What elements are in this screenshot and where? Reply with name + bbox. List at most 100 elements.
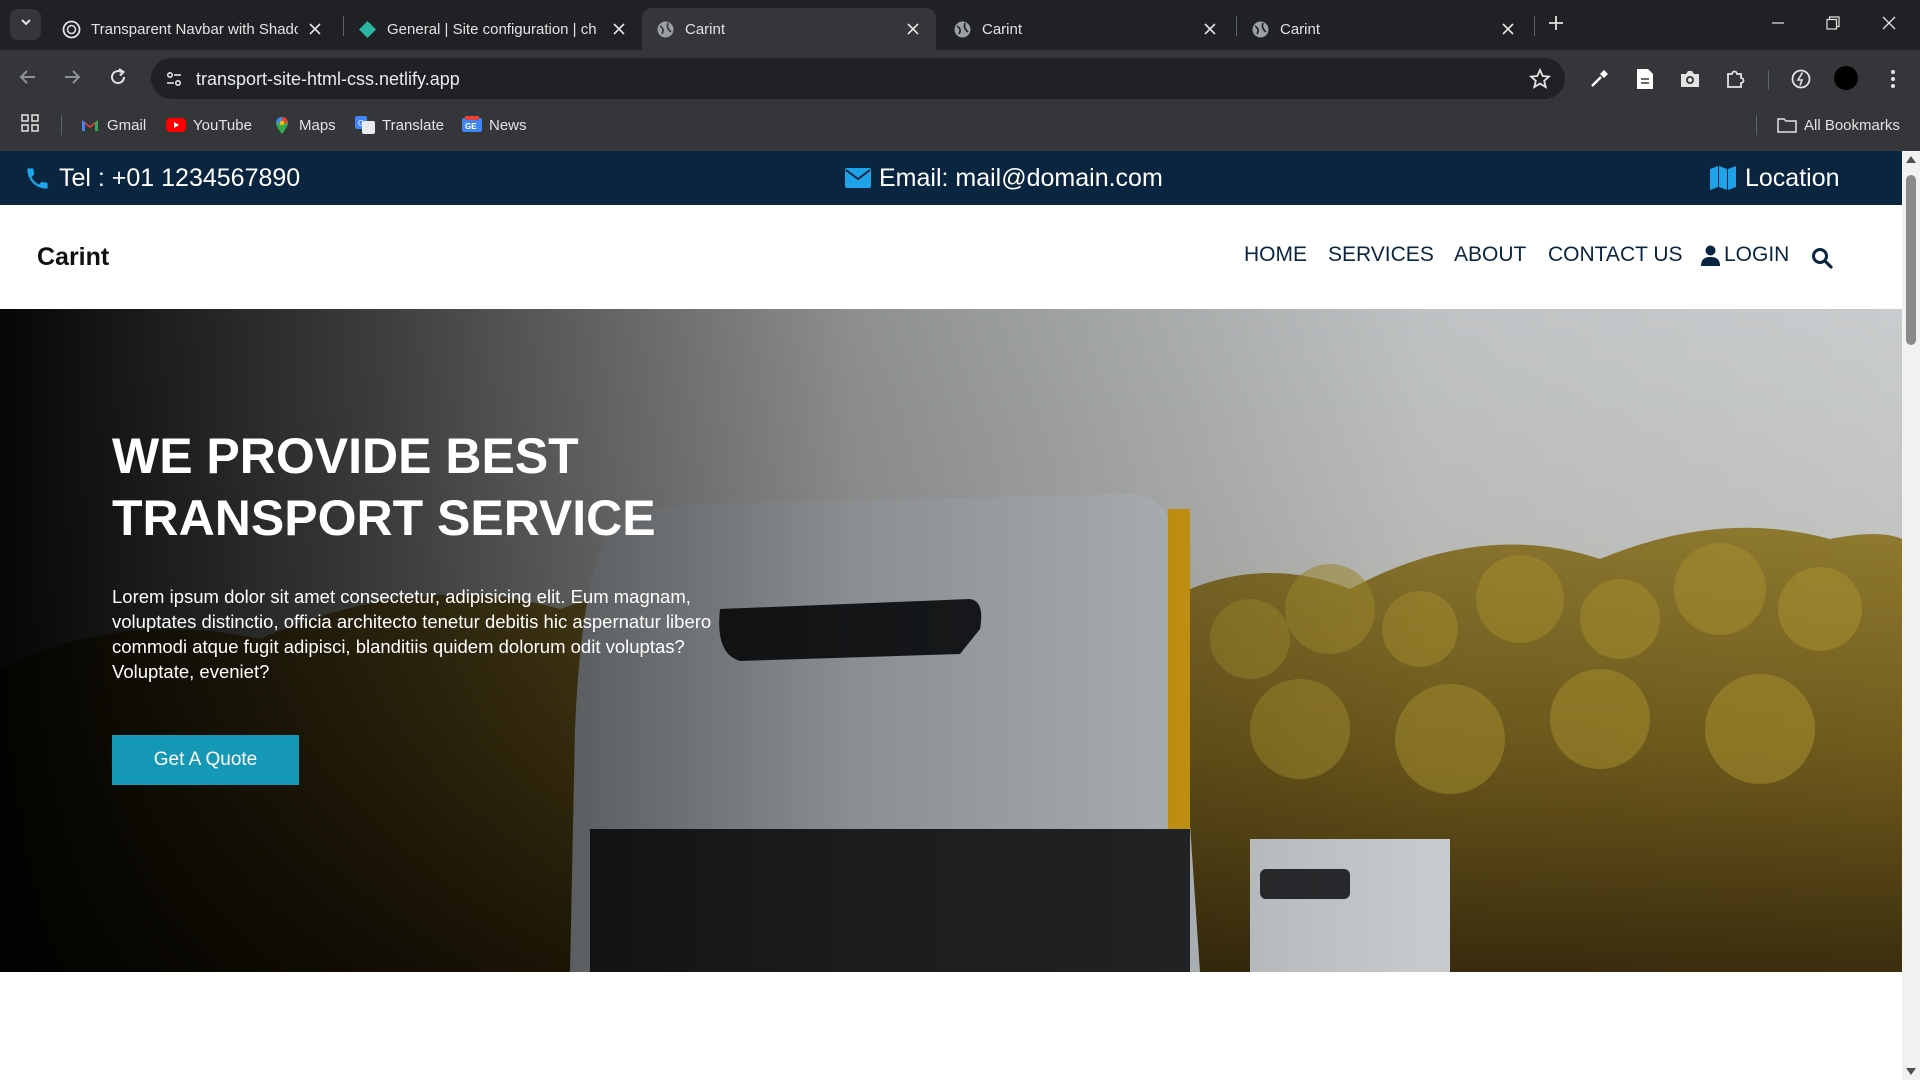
extensions-puzzle-icon[interactable] (1722, 66, 1748, 92)
search-button[interactable] (1811, 247, 1833, 269)
bookmark-gmail[interactable]: Gmail (80, 107, 146, 143)
bookmark-news[interactable]: GE News (462, 107, 527, 143)
minimize-button[interactable] (1755, 8, 1801, 42)
close-icon (1882, 16, 1896, 35)
profile-avatar[interactable] (1834, 66, 1858, 90)
browser-toolbar: transport-site-html-css.netlify.app (0, 50, 1920, 107)
eyedropper-icon[interactable] (1586, 66, 1612, 92)
close-icon[interactable] (904, 20, 922, 38)
close-icon[interactable] (306, 20, 324, 38)
maps-icon (272, 115, 292, 135)
contact-topbar: Tel : +01 1234567890 Email: mail@domain.… (0, 151, 1902, 205)
globe-icon (953, 20, 972, 39)
news-icon: GE (462, 115, 482, 135)
bookmarks-separator (61, 115, 62, 135)
nav-home[interactable]: HOME (1244, 243, 1307, 267)
folder-icon (1777, 115, 1797, 135)
plus-icon (1548, 15, 1564, 36)
phone-icon (24, 165, 51, 192)
bookmark-label: Maps (299, 116, 336, 134)
forward-button[interactable] (57, 64, 87, 94)
nav-login[interactable]: LOGIN (1701, 243, 1789, 267)
address-bar[interactable]: transport-site-html-css.netlify.app (151, 58, 1565, 99)
topbar-location-text: Location (1745, 163, 1840, 192)
topbar-phone[interactable]: Tel : +01 1234567890 (24, 151, 300, 205)
reload-button[interactable] (103, 64, 133, 94)
back-button[interactable] (13, 64, 43, 94)
restore-icon (1826, 15, 1840, 35)
tab-title: Transparent Navbar with Shado (91, 20, 298, 38)
tab-2[interactable]: General | Site configuration | ch (344, 8, 642, 50)
nav-contact-us[interactable]: CONTACT US (1548, 243, 1683, 267)
kebab-menu-icon[interactable] (1880, 66, 1906, 92)
reload-icon (108, 67, 128, 92)
hero-title: WE PROVIDE BEST TRANSPORT SERVICE (112, 425, 812, 549)
hero-section: WE PROVIDE BEST TRANSPORT SERVICE Lorem … (0, 309, 1902, 972)
topbar-phone-text: Tel : +01 1234567890 (59, 163, 301, 192)
circle-logo-icon (62, 20, 81, 39)
nav-services[interactable]: SERVICES (1328, 243, 1434, 267)
topbar-location[interactable]: Location (1709, 151, 1840, 205)
hero-title-line-2: TRANSPORT SERVICE (112, 490, 656, 546)
arrow-right-icon (62, 67, 82, 92)
close-window-button[interactable] (1866, 8, 1912, 42)
bookmark-label: YouTube (193, 116, 252, 134)
restore-button[interactable] (1810, 8, 1856, 42)
tab-1[interactable]: Transparent Navbar with Shado (48, 8, 338, 50)
svg-text:G: G (358, 119, 364, 128)
bookmark-star-icon[interactable] (1528, 67, 1552, 90)
tab-search-button[interactable] (10, 9, 41, 40)
site-navbar: Carint HOME SERVICES ABOUT CONTACT US LO… (0, 205, 1902, 309)
scrollbar-thumb[interactable] (1906, 175, 1916, 345)
performance-icon[interactable] (1788, 66, 1814, 92)
user-icon (1701, 245, 1720, 266)
close-icon[interactable] (610, 20, 628, 38)
envelope-icon (845, 168, 871, 188)
map-icon (1709, 166, 1737, 190)
web-page: Tel : +01 1234567890 Email: mail@domain.… (0, 151, 1902, 1080)
site-logo[interactable]: Carint (37, 243, 109, 272)
tab-title: General | Site configuration | ch (387, 20, 597, 38)
scroll-down-arrow-icon[interactable] (1906, 1068, 1916, 1075)
globe-icon (656, 20, 675, 39)
topbar-email[interactable]: Email: mail@domain.com (845, 151, 1163, 205)
new-tab-button[interactable] (1543, 12, 1569, 38)
tab-3-active[interactable]: Carint (642, 8, 936, 50)
all-bookmarks-button[interactable]: All Bookmarks (1777, 107, 1900, 143)
chevron-down-icon (19, 15, 33, 34)
tab-title: Carint (1280, 20, 1321, 38)
bookmarks-separator (1756, 115, 1757, 135)
globe-icon (1251, 20, 1270, 39)
tab-separator (1534, 16, 1535, 36)
close-icon[interactable] (1201, 20, 1219, 38)
arrow-left-icon (18, 67, 38, 92)
bookmark-label: Gmail (107, 116, 147, 134)
apps-button[interactable] (21, 107, 39, 143)
toolbar-separator (1768, 70, 1769, 90)
tab-5[interactable]: Carint (1237, 8, 1531, 50)
page-scrollbar[interactable] (1902, 151, 1920, 1080)
nav-about[interactable]: ABOUT (1454, 243, 1526, 267)
tab-4[interactable]: Carint (939, 8, 1233, 50)
camera-icon[interactable] (1677, 66, 1703, 92)
search-icon (1811, 247, 1833, 269)
document-icon[interactable] (1632, 66, 1658, 92)
all-bookmarks-label: All Bookmarks (1804, 116, 1900, 134)
bookmark-label: Translate (382, 116, 444, 134)
bookmarks-bar: Gmail YouTube Maps G Translate GE News A… (0, 107, 1920, 151)
close-icon[interactable] (1499, 20, 1517, 38)
scroll-up-arrow-icon[interactable] (1906, 156, 1916, 163)
bookmark-maps[interactable]: Maps (272, 107, 336, 143)
bookmark-translate[interactable]: G Translate (355, 107, 444, 143)
youtube-icon (166, 115, 186, 135)
gmail-icon (80, 115, 100, 135)
hero-title-line-1: WE PROVIDE BEST (112, 428, 579, 484)
nav-login-label: LOGIN (1724, 243, 1790, 266)
svg-text:GE: GE (465, 122, 477, 131)
netlify-diamond-icon (358, 20, 377, 39)
bookmark-youtube[interactable]: YouTube (166, 107, 252, 143)
bookmark-label: News (489, 116, 527, 134)
topbar-email-text: Email: mail@domain.com (879, 163, 1163, 192)
site-info-icon[interactable] (163, 68, 185, 90)
get-a-quote-button[interactable]: Get A Quote (112, 735, 299, 785)
